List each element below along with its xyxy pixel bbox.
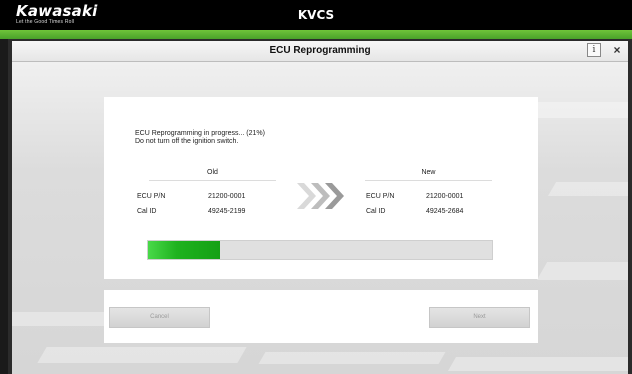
- new-ecu-pn-label: ECU P/N: [366, 193, 395, 200]
- screen-header: ECU Reprogramming i ×: [12, 41, 628, 62]
- old-column-title: Old: [207, 169, 218, 176]
- new-cal-id-value: 49245-2684: [426, 208, 464, 215]
- next-button[interactable]: Next: [429, 307, 530, 328]
- accent-bar: [0, 30, 632, 39]
- background-stripe: [447, 357, 628, 371]
- new-cal-id-label: Cal ID: [366, 208, 386, 215]
- old-cal-id-label: Cal ID: [137, 208, 157, 215]
- app-title: KVCS: [297, 8, 335, 22]
- progress-status: ECU Reprogramming in progress... (21%) D…: [135, 130, 265, 146]
- old-column-divider: [149, 180, 276, 181]
- old-ecu-pn-label: ECU P/N: [137, 193, 166, 200]
- background-stripe: [258, 352, 446, 364]
- progress-bar: [147, 240, 493, 260]
- new-column-divider: [365, 180, 492, 181]
- background-stripe: [37, 347, 247, 363]
- info-icon[interactable]: i: [587, 43, 601, 57]
- progress-status-line: ECU Reprogramming in progress... (21%): [135, 130, 265, 137]
- background-stripe: [527, 102, 628, 118]
- transfer-arrows-icon: [297, 183, 344, 209]
- reprogram-card: ECU Reprogramming in progress... (21%) D…: [104, 97, 538, 279]
- new-column-title: New: [421, 169, 436, 176]
- old-ecu-pn-value: 21200-0001: [208, 193, 246, 200]
- app-top-bar: Kawasaki Let the Good Times Roll KVCS: [0, 0, 632, 30]
- background-stripe: [536, 262, 628, 280]
- progress-bar-fill: [148, 241, 221, 259]
- new-ecu-pn-value: 21200-0001: [426, 193, 464, 200]
- warning-line: Do not turn off the ignition switch.: [135, 138, 239, 145]
- screen-title: ECU Reprogramming: [269, 45, 371, 56]
- close-icon[interactable]: ×: [610, 43, 624, 57]
- old-cal-id-value: 49245-2199: [208, 208, 246, 215]
- cancel-button[interactable]: Cancel: [109, 307, 210, 328]
- button-panel: Cancel Next: [104, 290, 538, 343]
- background-stripe: [547, 182, 628, 196]
